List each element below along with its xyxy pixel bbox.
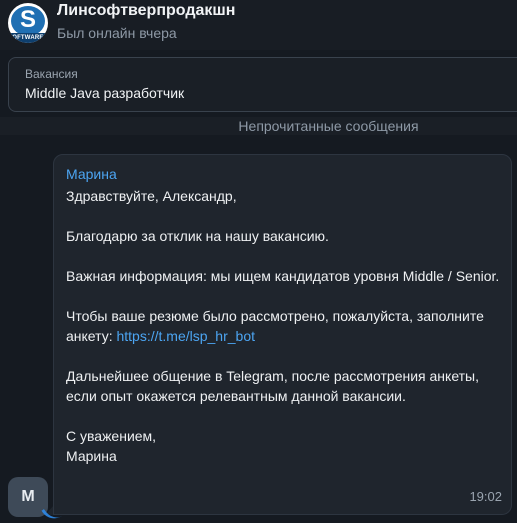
company-avatar[interactable]: S SOFTWARE PRO bbox=[8, 3, 48, 43]
avatar-letter: S bbox=[19, 6, 36, 33]
message-greeting: Здравствуйте, Александр, bbox=[66, 188, 237, 204]
message-form-paragraph: Чтобы ваше резюме было рассмотрено, пожа… bbox=[66, 306, 506, 346]
avatar-band-text: SOFTWARE PRO bbox=[8, 33, 48, 43]
message-signature: Марина bbox=[66, 448, 117, 464]
message-time: 19:02 bbox=[469, 489, 502, 504]
vacancy-label: Вакансия bbox=[25, 67, 78, 81]
message-closing: С уважением, Марина bbox=[66, 426, 506, 466]
message-sender-name[interactable]: Марина bbox=[66, 166, 117, 182]
message-text: Здравствуйте, Александр, Благодарю за от… bbox=[66, 186, 506, 466]
message-thanks: Благодарю за отклик на нашу вакансию. bbox=[66, 228, 329, 244]
vacancy-card[interactable]: Вакансия Middle Java разработчик bbox=[8, 57, 517, 112]
message-further: Дальнейшее общение в Telegram, после рас… bbox=[66, 368, 480, 404]
form-link[interactable]: https://t.me/lsp_hr_bot bbox=[116, 328, 255, 344]
message-important: Важная информация: мы ищем кандидатов ур… bbox=[66, 268, 500, 284]
unread-divider-label: Непрочитанные сообщения bbox=[238, 118, 419, 134]
message-bubble[interactable]: Марина Здравствуйте, Александр, Благодар… bbox=[53, 154, 512, 515]
unread-divider: Непрочитанные сообщения bbox=[0, 117, 517, 135]
chat-status: Был онлайн вчера bbox=[57, 25, 177, 41]
chat-header: S SOFTWARE PRO Линсофтверпродакшн Был он… bbox=[0, 0, 517, 50]
message-regards: С уважением, bbox=[66, 428, 157, 444]
vacancy-value: Middle Java разработчик bbox=[25, 85, 185, 101]
chat-title[interactable]: Линсофтверпродакшн bbox=[57, 2, 235, 20]
